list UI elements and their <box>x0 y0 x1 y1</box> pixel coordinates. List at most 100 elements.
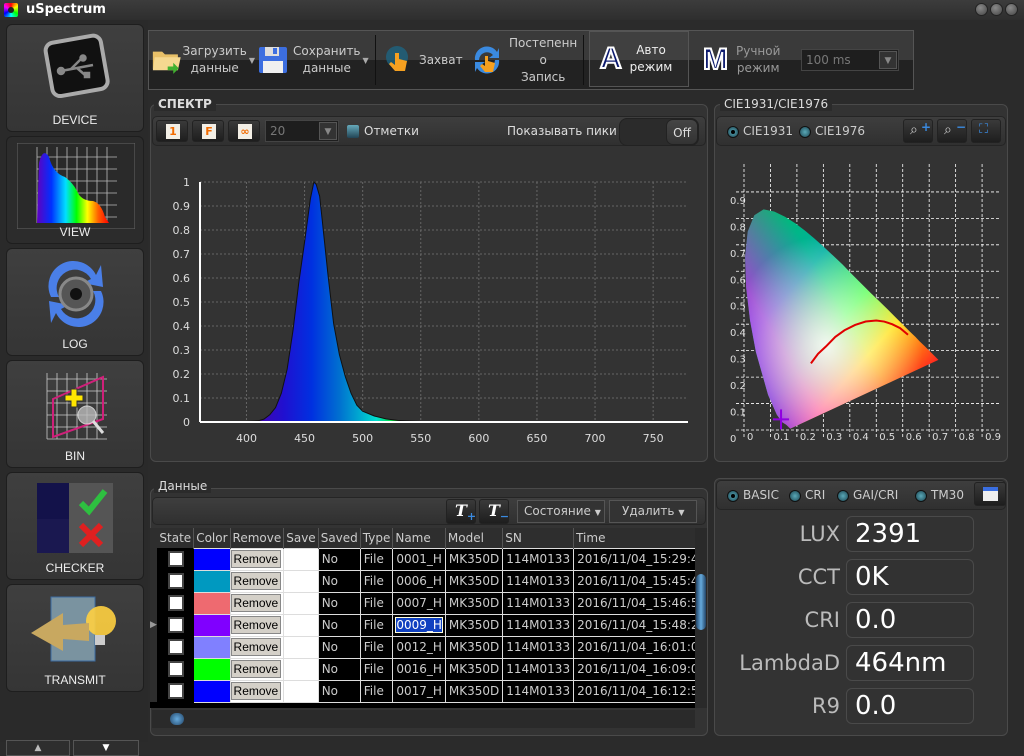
sidebar-item-transmit[interactable]: TRANSMIT <box>6 584 144 692</box>
color-cell[interactable] <box>193 613 231 637</box>
sidebar-scroll-up-button[interactable]: ▲ <box>6 740 70 756</box>
table-row[interactable]: Remove No File 0001_H MK350D 114M0133 2016/11/… <box>150 547 695 571</box>
freeze-mode-button[interactable]: F <box>192 120 224 142</box>
export-table-button[interactable] <box>974 482 1006 506</box>
remove-column-button[interactable]: T− <box>479 499 509 524</box>
minimize-button[interactable] <box>975 3 988 16</box>
cie1976-radio[interactable] <box>799 126 811 138</box>
column-header[interactable]: Name <box>392 528 446 548</box>
cie1931-radio[interactable] <box>727 126 739 138</box>
tab-basic-radio[interactable] <box>727 490 739 502</box>
save-cell[interactable] <box>283 569 319 593</box>
state-checkbox[interactable] <box>167 617 184 633</box>
state-checkbox[interactable] <box>167 595 184 611</box>
exposure-time-select[interactable]: 100 ms ▼ <box>801 49 899 71</box>
tab-gai-cri-radio[interactable] <box>837 490 849 502</box>
table-row[interactable]: Remove No File 0007_H MK350D 114M0133 2016/11/… <box>150 591 695 615</box>
state-checkbox[interactable] <box>167 683 184 699</box>
table-row[interactable]: Remove No File 0017_H MK350D 114M0133 2016/11/… <box>150 679 695 703</box>
table-row[interactable]: Remove No File 0016_H MK350D 114M0133 2016/11/… <box>150 657 695 681</box>
column-header[interactable]: State <box>157 528 195 548</box>
sidebar-item-device[interactable]: DEVICE <box>6 24 144 132</box>
state-menu-button[interactable]: Состояние ▼ <box>517 500 605 523</box>
count-select[interactable]: 20 ▼ <box>265 120 339 142</box>
state-cell[interactable] <box>156 635 195 659</box>
state-cell[interactable] <box>156 679 195 703</box>
manual-mode-button[interactable]: M Ручной режим <box>702 31 799 89</box>
table-horizontal-scrollbar[interactable] <box>152 710 695 728</box>
name-cell[interactable]: 0017_H <box>392 679 446 703</box>
remove-button[interactable]: Remove <box>231 572 282 590</box>
close-button[interactable] <box>1005 3 1018 16</box>
tab-tm30-radio[interactable] <box>915 490 927 502</box>
single-mode-button[interactable]: 1 <box>156 120 188 142</box>
continuous-mode-button[interactable]: ∞ <box>228 120 260 142</box>
column-header[interactable]: Remove <box>230 528 285 548</box>
remove-button[interactable]: Remove <box>231 660 282 678</box>
sidebar-item-view[interactable]: VIEW <box>6 136 144 244</box>
load-data-button[interactable]: Загрузить данные ▼ <box>151 31 255 89</box>
column-header[interactable]: Time <box>573 528 695 548</box>
color-cell[interactable] <box>193 635 231 659</box>
remove-button[interactable]: Remove <box>231 594 282 612</box>
color-cell[interactable] <box>193 591 231 615</box>
column-header[interactable]: Saved <box>318 528 361 548</box>
tab-cri-radio[interactable] <box>789 490 801 502</box>
name-cell[interactable]: 0012_H <box>392 635 446 659</box>
delete-menu-button[interactable]: Удалить ▼ <box>609 500 697 523</box>
name-cell[interactable]: 0016_H <box>392 657 446 681</box>
show-peaks-toggle[interactable]: Off <box>619 118 699 146</box>
zoom-in-button[interactable]: ⌕ + <box>903 119 933 143</box>
save-cell[interactable] <box>283 591 319 615</box>
table-row[interactable]: Remove No File 0012_H MK350D 114M0133 2016/11/… <box>150 635 695 659</box>
color-cell[interactable] <box>193 547 231 571</box>
name-cell[interactable]: 0009_H <box>392 613 446 637</box>
state-cell[interactable] <box>156 547 195 571</box>
save-cell[interactable] <box>283 613 319 637</box>
table-vertical-scrollbar[interactable] <box>695 528 707 708</box>
name-cell[interactable]: 0001_H <box>392 547 446 571</box>
state-cell[interactable] <box>156 569 195 593</box>
column-header[interactable]: Save <box>283 528 319 548</box>
remove-button[interactable]: Remove <box>231 616 282 634</box>
sidebar-item-checker[interactable]: CHECKER <box>6 472 144 580</box>
table-row[interactable]: ▶ Remove No File 0009_H MK350D 114M0133 2016/11… <box>150 613 695 637</box>
save-cell[interactable] <box>283 547 319 571</box>
remove-button[interactable]: Remove <box>231 682 282 700</box>
sidebar-item-bin[interactable]: BIN <box>6 360 144 468</box>
sidebar-scroll-down-button[interactable]: ▼ <box>73 740 139 756</box>
continuous-record-button[interactable]: Постепенн о Запись <box>471 31 581 89</box>
state-cell[interactable] <box>156 657 195 681</box>
marks-checkbox[interactable] <box>347 125 359 138</box>
state-checkbox[interactable] <box>167 661 184 677</box>
color-cell[interactable] <box>193 679 231 703</box>
maximize-button[interactable] <box>990 3 1003 16</box>
name-cell[interactable]: 0007_H <box>392 591 446 615</box>
save-cell[interactable] <box>283 679 319 703</box>
column-header[interactable]: SN <box>502 528 575 548</box>
state-checkbox[interactable] <box>167 639 184 655</box>
capture-button[interactable]: Захват <box>383 31 463 89</box>
scrollbar-thumb[interactable] <box>170 713 184 725</box>
color-cell[interactable] <box>193 657 231 681</box>
state-checkbox[interactable] <box>167 551 184 567</box>
auto-mode-button[interactable]: A Авто режим <box>589 31 689 87</box>
scrollbar-thumb[interactable] <box>696 574 706 630</box>
save-data-button[interactable]: Сохранить данные ▼ <box>257 31 375 89</box>
sidebar-item-log[interactable]: LOG <box>6 248 144 356</box>
column-header[interactable]: Type <box>360 528 394 548</box>
state-checkbox[interactable] <box>167 573 184 589</box>
table-row[interactable]: Remove No File 0006_H MK350D 114M0133 2016/11/… <box>150 569 695 593</box>
remove-button[interactable]: Remove <box>231 638 282 656</box>
column-header[interactable]: Model <box>445 528 504 548</box>
add-column-button[interactable]: T+ <box>446 499 476 524</box>
color-cell[interactable] <box>193 569 231 593</box>
save-cell[interactable] <box>283 657 319 681</box>
state-cell[interactable] <box>156 591 195 615</box>
save-cell[interactable] <box>283 635 319 659</box>
state-cell[interactable] <box>156 613 195 637</box>
name-cell[interactable]: 0006_H <box>392 569 446 593</box>
fit-view-button[interactable]: ⛶ <box>971 119 1001 143</box>
zoom-out-button[interactable]: ⌕ − <box>937 119 967 143</box>
column-header[interactable]: Color <box>193 528 231 548</box>
